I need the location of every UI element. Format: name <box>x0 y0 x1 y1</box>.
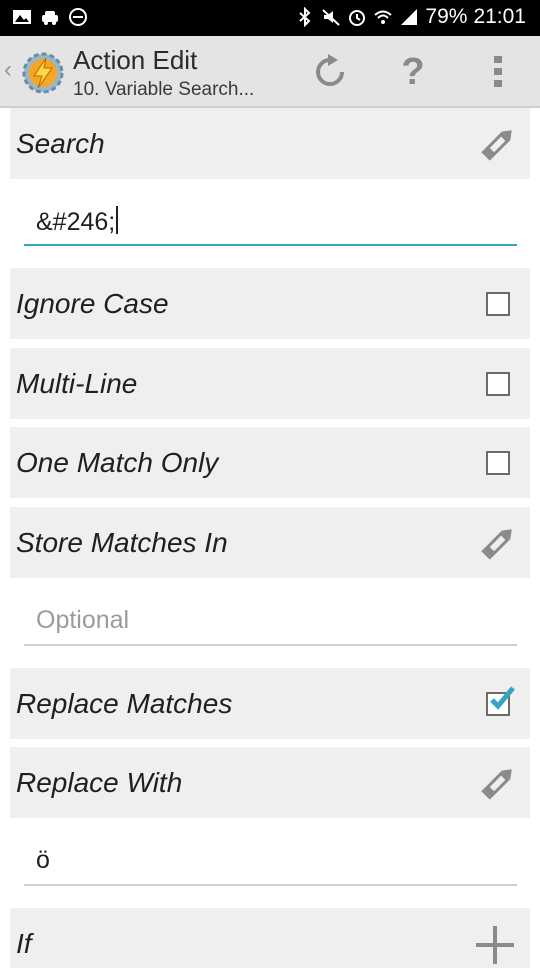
action-bar: ‹ Action Edit 10. Variable Search... ? <box>0 36 540 108</box>
search-input-underline <box>24 244 517 246</box>
do-not-disturb-icon <box>69 8 87 26</box>
replace-with-row: Replace With <box>10 747 530 818</box>
if-label: If <box>16 928 32 959</box>
replace-with-value: ö <box>36 846 50 874</box>
help-button[interactable]: ? <box>391 50 435 94</box>
ignore-case-checkbox[interactable] <box>486 292 510 316</box>
edit-pencil-icon[interactable] <box>480 523 518 561</box>
replace-matches-label: Replace Matches <box>16 688 233 719</box>
overflow-menu-button[interactable] <box>476 50 520 94</box>
store-matches-in-placeholder: Optional <box>36 606 130 634</box>
replace-with-underline <box>24 884 517 886</box>
page-subtitle: 10. Variable Search... <box>73 79 255 100</box>
text-cursor <box>116 206 119 234</box>
search-input-text: &#246; <box>36 208 116 236</box>
multi-line-row[interactable]: Multi-Line <box>10 348 530 419</box>
car-icon <box>42 11 58 25</box>
search-label: Search <box>16 128 105 159</box>
store-matches-in-underline <box>24 644 517 646</box>
status-right: 79% 21:01 <box>295 5 526 29</box>
back-chevron-icon[interactable]: ‹ <box>4 56 12 84</box>
overflow-menu-icon <box>494 56 502 87</box>
signal-icon <box>401 9 418 25</box>
mute-icon <box>322 9 341 26</box>
if-row: If <box>10 908 530 968</box>
replace-with-label: Replace With <box>16 767 183 798</box>
help-icon: ? <box>401 50 425 93</box>
one-match-only-row[interactable]: One Match Only <box>10 427 530 498</box>
store-matches-in-row: Store Matches In <box>10 507 530 578</box>
edit-pencil-icon[interactable] <box>480 124 518 162</box>
replace-matches-checkbox[interactable] <box>486 686 515 716</box>
one-match-only-label: One Match Only <box>16 447 219 478</box>
search-input[interactable]: &#246; <box>24 200 517 246</box>
tasker-app-icon[interactable] <box>20 50 66 96</box>
ignore-case-row[interactable]: Ignore Case <box>10 268 530 339</box>
status-bar: 79% 21:01 <box>0 0 540 36</box>
alarm-icon <box>349 10 366 26</box>
edit-pencil-icon[interactable] <box>480 763 518 801</box>
clock: 21:01 <box>473 5 526 28</box>
one-match-only-checkbox[interactable] <box>486 451 510 475</box>
store-matches-in-input[interactable]: Optional <box>24 600 517 646</box>
reset-button[interactable] <box>308 50 352 94</box>
multi-line-label: Multi-Line <box>16 368 138 399</box>
ignore-case-label: Ignore Case <box>16 288 169 319</box>
page-title: Action Edit <box>73 45 198 75</box>
battery-level: 79% <box>425 5 468 28</box>
store-matches-in-label: Store Matches In <box>16 527 228 558</box>
replace-matches-row[interactable]: Replace Matches <box>10 668 530 739</box>
image-icon <box>13 10 31 24</box>
search-input-value: &#246; <box>36 206 119 237</box>
reset-icon <box>316 54 344 86</box>
replace-with-input[interactable]: ö <box>24 840 517 886</box>
checkmark-icon <box>490 686 515 710</box>
bluetooth-icon <box>299 7 311 27</box>
wifi-icon <box>374 10 393 24</box>
multi-line-checkbox[interactable] <box>486 372 510 396</box>
status-left <box>12 7 88 27</box>
search-row: Search <box>10 108 530 179</box>
